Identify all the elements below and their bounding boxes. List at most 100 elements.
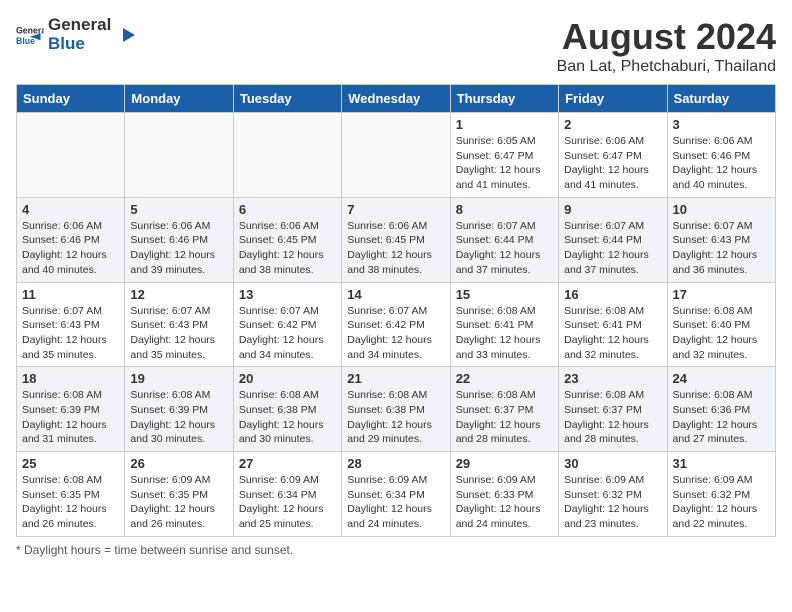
day-number: 20 xyxy=(239,371,336,386)
day-number: 23 xyxy=(564,371,661,386)
day-info: Sunrise: 6:06 AM Sunset: 6:45 PM Dayligh… xyxy=(347,219,444,278)
day-number: 17 xyxy=(673,287,770,302)
day-number: 19 xyxy=(130,371,227,386)
col-header-tuesday: Tuesday xyxy=(233,85,341,113)
calendar-week-row: 1 Sunrise: 6:05 AM Sunset: 6:47 PM Daylig… xyxy=(17,113,776,198)
calendar-cell: 14Sunrise: 6:07 AM Sunset: 6:42 PM Dayli… xyxy=(342,282,450,367)
day-info: Sunrise: 6:09 AM Sunset: 6:34 PM Dayligh… xyxy=(347,473,444,532)
day-number: 16 xyxy=(564,287,661,302)
calendar-cell: 22Sunrise: 6:08 AM Sunset: 6:37 PM Dayli… xyxy=(450,367,558,452)
calendar-cell: 23 Sunrise: 6:08 AM Sunset: 6:37 PM Dayli… xyxy=(559,367,667,452)
day-number: 11 xyxy=(22,287,119,302)
day-number: 25 xyxy=(22,456,119,471)
day-number: 5 xyxy=(130,202,227,217)
day-info: Sunrise: 6:08 AM Sunset: 6:39 PM Dayligh… xyxy=(22,388,119,447)
day-info: Sunrise: 6:07 AM Sunset: 6:43 PM Dayligh… xyxy=(22,304,119,363)
calendar-cell xyxy=(125,113,233,198)
calendar-cell: 27 Sunrise: 6:09 AM Sunset: 6:34 PM Dayli… xyxy=(233,452,341,537)
day-info: Sunrise: 6:08 AM Sunset: 6:36 PM Dayligh… xyxy=(673,388,770,447)
calendar-week-row: 11 Sunrise: 6:07 AM Sunset: 6:43 PM Dayli… xyxy=(17,282,776,367)
day-info: Sunrise: 6:06 AM Sunset: 6:45 PM Dayligh… xyxy=(239,219,336,278)
day-number: 24 xyxy=(673,371,770,386)
day-info: Sunrise: 6:08 AM Sunset: 6:38 PM Dayligh… xyxy=(347,388,444,447)
day-info: Sunrise: 6:07 AM Sunset: 6:44 PM Dayligh… xyxy=(564,219,661,278)
calendar-cell: 16 Sunrise: 6:08 AM Sunset: 6:41 PM Dayli… xyxy=(559,282,667,367)
day-number: 12 xyxy=(130,287,227,302)
day-number: 26 xyxy=(130,456,227,471)
col-header-friday: Friday xyxy=(559,85,667,113)
calendar-cell: 4 Sunrise: 6:06 AM Sunset: 6:46 PM Daylig… xyxy=(17,197,125,282)
day-number: 28 xyxy=(347,456,444,471)
svg-text:Blue: Blue xyxy=(16,35,35,45)
day-info: Sunrise: 6:08 AM Sunset: 6:41 PM Dayligh… xyxy=(564,304,661,363)
day-number: 29 xyxy=(456,456,553,471)
calendar-week-row: 18 Sunrise: 6:08 AM Sunset: 6:39 PM Dayli… xyxy=(17,367,776,452)
calendar-cell: 12 Sunrise: 6:07 AM Sunset: 6:43 PM Dayli… xyxy=(125,282,233,367)
day-number: 8 xyxy=(456,202,553,217)
day-info: Sunrise: 6:08 AM Sunset: 6:35 PM Dayligh… xyxy=(22,473,119,532)
day-info: Sunrise: 6:09 AM Sunset: 6:34 PM Dayligh… xyxy=(239,473,336,532)
day-number: 6 xyxy=(239,202,336,217)
calendar-cell: 29 Sunrise: 6:09 AM Sunset: 6:33 PM Dayli… xyxy=(450,452,558,537)
calendar-cell: 26 Sunrise: 6:09 AM Sunset: 6:35 PM Dayli… xyxy=(125,452,233,537)
day-info: Sunrise: 6:08 AM Sunset: 6:39 PM Dayligh… xyxy=(130,388,227,447)
header: General Blue General Blue August 2024 Ba… xyxy=(16,16,776,76)
day-info: Sunrise: 6:07 AM Sunset: 6:44 PM Dayligh… xyxy=(456,219,553,278)
calendar-cell: 15Sunrise: 6:08 AM Sunset: 6:41 PM Dayli… xyxy=(450,282,558,367)
col-header-monday: Monday xyxy=(125,85,233,113)
calendar-cell: 6 Sunrise: 6:06 AM Sunset: 6:45 PM Daylig… xyxy=(233,197,341,282)
day-number: 2 xyxy=(564,117,661,132)
day-number: 7 xyxy=(347,202,444,217)
col-header-thursday: Thursday xyxy=(450,85,558,113)
calendar-cell: 1 Sunrise: 6:05 AM Sunset: 6:47 PM Daylig… xyxy=(450,113,558,198)
day-number: 4 xyxy=(22,202,119,217)
month-year-title: August 2024 xyxy=(557,16,776,58)
day-number: 15 xyxy=(456,287,553,302)
day-info: Sunrise: 6:06 AM Sunset: 6:46 PM Dayligh… xyxy=(673,134,770,193)
day-number: 27 xyxy=(239,456,336,471)
calendar-cell: 24 Sunrise: 6:08 AM Sunset: 6:36 PM Dayli… xyxy=(667,367,775,452)
calendar-cell: 7 Sunrise: 6:06 AM Sunset: 6:45 PM Daylig… xyxy=(342,197,450,282)
calendar-week-row: 25 Sunrise: 6:08 AM Sunset: 6:35 PM Dayli… xyxy=(17,452,776,537)
day-info: Sunrise: 6:09 AM Sunset: 6:32 PM Dayligh… xyxy=(673,473,770,532)
calendar-cell: 11 Sunrise: 6:07 AM Sunset: 6:43 PM Dayli… xyxy=(17,282,125,367)
calendar-cell: 3 Sunrise: 6:06 AM Sunset: 6:46 PM Daylig… xyxy=(667,113,775,198)
day-info: Sunrise: 6:09 AM Sunset: 6:35 PM Dayligh… xyxy=(130,473,227,532)
title-area: August 2024 Ban Lat, Phetchaburi, Thaila… xyxy=(557,16,776,76)
calendar-cell xyxy=(342,113,450,198)
logo: General Blue General Blue xyxy=(16,16,137,53)
calendar-cell: 30Sunrise: 6:09 AM Sunset: 6:32 PM Dayli… xyxy=(559,452,667,537)
logo-icon: General Blue xyxy=(16,21,44,49)
calendar-cell: 2Sunrise: 6:06 AM Sunset: 6:47 PM Daylig… xyxy=(559,113,667,198)
logo-blue-text: Blue xyxy=(48,35,111,54)
day-number: 9 xyxy=(564,202,661,217)
logo-arrow-icon xyxy=(115,24,137,46)
day-info: Sunrise: 6:06 AM Sunset: 6:46 PM Dayligh… xyxy=(22,219,119,278)
calendar-table: SundayMondayTuesdayWednesdayThursdayFrid… xyxy=(16,84,776,537)
day-info: Sunrise: 6:06 AM Sunset: 6:46 PM Dayligh… xyxy=(130,219,227,278)
day-number: 14 xyxy=(347,287,444,302)
day-info: Sunrise: 6:05 AM Sunset: 6:47 PM Dayligh… xyxy=(456,134,553,193)
day-info: Sunrise: 6:08 AM Sunset: 6:38 PM Dayligh… xyxy=(239,388,336,447)
calendar-cell: 31 Sunrise: 6:09 AM Sunset: 6:32 PM Dayli… xyxy=(667,452,775,537)
day-number: 3 xyxy=(673,117,770,132)
day-number: 18 xyxy=(22,371,119,386)
day-number: 13 xyxy=(239,287,336,302)
calendar-cell: 21Sunrise: 6:08 AM Sunset: 6:38 PM Dayli… xyxy=(342,367,450,452)
calendar-cell: 19 Sunrise: 6:08 AM Sunset: 6:39 PM Dayli… xyxy=(125,367,233,452)
calendar-header-row: SundayMondayTuesdayWednesdayThursdayFrid… xyxy=(17,85,776,113)
col-header-saturday: Saturday xyxy=(667,85,775,113)
calendar-cell xyxy=(17,113,125,198)
footer-note: * Daylight hours = time between sunrise … xyxy=(16,543,776,557)
day-info: Sunrise: 6:07 AM Sunset: 6:43 PM Dayligh… xyxy=(130,304,227,363)
calendar-cell: 13Sunrise: 6:07 AM Sunset: 6:42 PM Dayli… xyxy=(233,282,341,367)
day-number: 1 xyxy=(456,117,553,132)
calendar-cell: 5 Sunrise: 6:06 AM Sunset: 6:46 PM Daylig… xyxy=(125,197,233,282)
day-number: 31 xyxy=(673,456,770,471)
calendar-cell xyxy=(233,113,341,198)
calendar-cell: 17Sunrise: 6:08 AM Sunset: 6:40 PM Dayli… xyxy=(667,282,775,367)
day-info: Sunrise: 6:08 AM Sunset: 6:37 PM Dayligh… xyxy=(564,388,661,447)
calendar-cell: 25 Sunrise: 6:08 AM Sunset: 6:35 PM Dayli… xyxy=(17,452,125,537)
day-info: Sunrise: 6:09 AM Sunset: 6:33 PM Dayligh… xyxy=(456,473,553,532)
day-number: 10 xyxy=(673,202,770,217)
